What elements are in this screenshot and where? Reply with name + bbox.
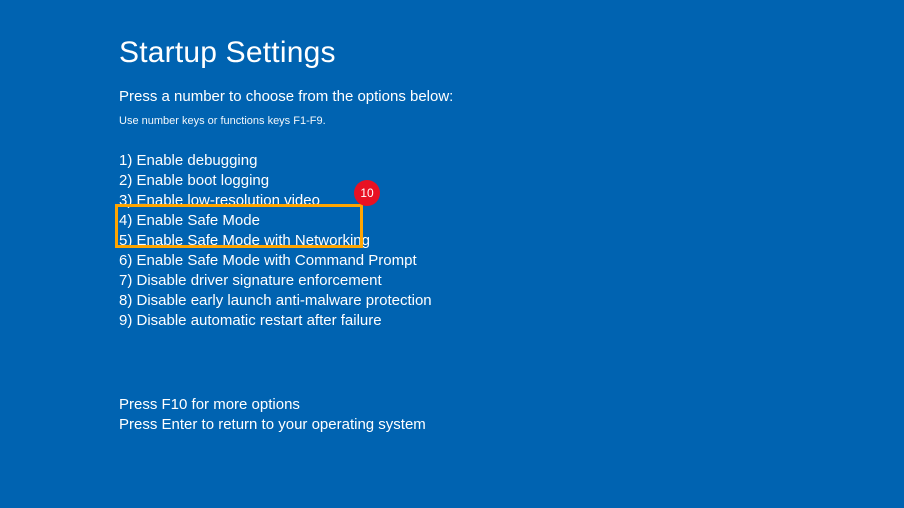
footer-instructions: Press F10 for more options Press Enter t… [119,395,904,435]
page-title: Startup Settings [119,36,904,70]
footer-return: Press Enter to return to your operating … [119,415,904,435]
option-enable-safe-mode[interactable]: 4) Enable Safe Mode [119,211,904,231]
hint-text: Use number keys or functions keys F1-F9. [119,115,904,127]
footer-more-options: Press F10 for more options [119,395,904,415]
option-enable-low-resolution-video[interactable]: 3) Enable low-resolution video [119,191,904,211]
option-enable-safe-mode-networking[interactable]: 5) Enable Safe Mode with Networking [119,231,904,251]
options-list: 1) Enable debugging 2) Enable boot loggi… [119,151,904,331]
option-enable-boot-logging[interactable]: 2) Enable boot logging [119,171,904,191]
option-disable-early-launch-anti-malware[interactable]: 8) Disable early launch anti-malware pro… [119,291,904,311]
option-enable-debugging[interactable]: 1) Enable debugging [119,151,904,171]
option-disable-driver-signature-enforcement[interactable]: 7) Disable driver signature enforcement [119,271,904,291]
instruction-text: Press a number to choose from the option… [119,88,904,105]
startup-settings-screen: Startup Settings Press a number to choos… [0,0,904,435]
option-disable-automatic-restart[interactable]: 9) Disable automatic restart after failu… [119,311,904,331]
option-enable-safe-mode-command-prompt[interactable]: 6) Enable Safe Mode with Command Prompt [119,251,904,271]
